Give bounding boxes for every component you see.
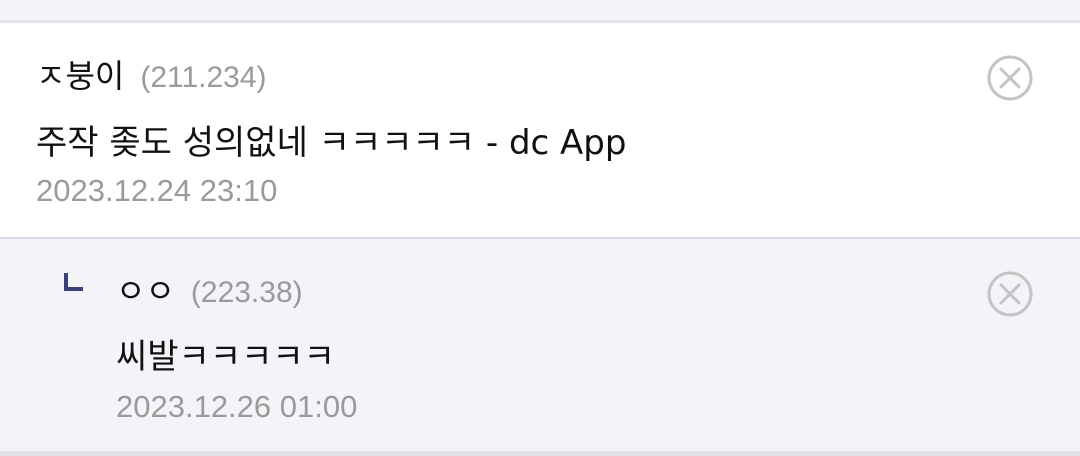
- list-bottom-border: [0, 451, 1080, 456]
- reply-nickname[interactable]: ㅇㅇ: [116, 266, 175, 312]
- reply-comment-item: ㅇㅇ (223.38) 씨발ㅋㅋㅋㅋㅋ 2023.12.26 01:00: [0, 239, 1080, 451]
- comment-ip: (211.234): [140, 61, 267, 94]
- reply-date: 2023.12.26 01:00: [116, 389, 358, 424]
- reply-header: ㅇㅇ (223.38): [116, 266, 303, 312]
- delete-reply-button[interactable]: [986, 270, 1034, 318]
- comment-list: ㅈ붕이 (211.234) 주작 좆도 성의없네 ㅋㅋㅋㅋㅋ - dc App …: [0, 0, 1080, 456]
- reply-text: 씨발ㅋㅋㅋㅋㅋ: [116, 337, 335, 377]
- reply-ip: (223.38): [190, 276, 303, 309]
- comment-header: ㅈ붕이 (211.234): [36, 51, 267, 97]
- circle-x-icon: [987, 271, 1033, 317]
- reply-corner-icon: [64, 272, 84, 292]
- comment-date: 2023.12.24 23:10: [36, 173, 278, 208]
- previous-comment-edge: [0, 0, 1080, 23]
- comment-text: 주작 좆도 성의없네 ㅋㅋㅋㅋㅋ - dc App: [36, 123, 627, 163]
- circle-x-icon: [987, 55, 1033, 101]
- comment-item: ㅈ붕이 (211.234) 주작 좆도 성의없네 ㅋㅋㅋㅋㅋ - dc App …: [0, 23, 1080, 237]
- delete-comment-button[interactable]: [986, 54, 1034, 102]
- comment-nickname[interactable]: ㅈ붕이: [36, 51, 124, 97]
